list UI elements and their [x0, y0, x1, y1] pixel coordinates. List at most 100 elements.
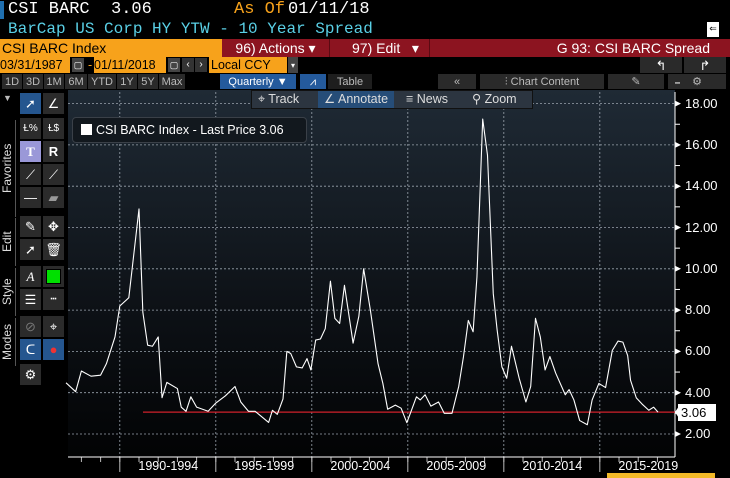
- data-point: [548, 355, 551, 358]
- x-tick-label: 1995-1999: [234, 459, 295, 473]
- data-point: [415, 395, 418, 398]
- data-point: [309, 368, 312, 371]
- legend-swatch: [81, 124, 92, 135]
- chart-legend[interactable]: CSI BARC Index - Last Price 3.06: [72, 117, 307, 143]
- data-point: [314, 339, 317, 342]
- track-label: Track: [268, 92, 300, 106]
- data-point: [419, 398, 422, 401]
- data-point: [369, 309, 372, 312]
- data-point: [529, 385, 532, 388]
- data-point: [617, 340, 620, 343]
- data-point: [586, 423, 589, 426]
- zoom-button[interactable]: ⚲ Zoom: [472, 91, 517, 108]
- data-point: [338, 322, 341, 325]
- y-tick: [675, 431, 681, 437]
- data-point: [437, 400, 440, 403]
- data-point: [524, 400, 527, 403]
- y-tick: [675, 100, 681, 107]
- data-point: [105, 362, 108, 365]
- data-point: [343, 284, 346, 287]
- data-point: [591, 398, 594, 401]
- data-point: [141, 311, 144, 314]
- data-point: [362, 267, 365, 270]
- data-point: [568, 388, 571, 391]
- data-point: [247, 410, 250, 413]
- data-point: [496, 328, 499, 331]
- track-button[interactable]: ⌖ Track: [258, 91, 299, 108]
- y-tick-label: 14.00: [685, 178, 718, 194]
- data-point: [492, 292, 495, 295]
- x-tick-label: 2000-2004: [330, 459, 391, 473]
- data-point: [394, 404, 397, 407]
- data-point: [180, 406, 183, 409]
- news-label: News: [416, 92, 449, 106]
- y-tick: [675, 183, 681, 190]
- annotate-button[interactable]: ∠ Annotate: [318, 91, 395, 108]
- data-point: [114, 335, 117, 338]
- data-point: [544, 368, 547, 371]
- data-point: [118, 304, 121, 307]
- data-point: [138, 207, 141, 210]
- data-point: [301, 366, 304, 369]
- data-point: [657, 411, 660, 414]
- y-tick-label: 16.00: [685, 136, 718, 152]
- status-bar-tab: [607, 473, 715, 478]
- y-tick: [675, 265, 681, 272]
- y-tick-label: 2.00: [685, 426, 711, 441]
- data-point: [74, 390, 77, 393]
- data-point: [629, 379, 632, 382]
- data-point: [611, 349, 614, 352]
- data-point: [467, 319, 470, 322]
- data-point: [377, 362, 380, 365]
- data-point: [641, 403, 644, 406]
- data-point: [189, 395, 192, 398]
- data-point: [357, 315, 360, 318]
- data-point: [534, 317, 537, 320]
- data-point: [450, 412, 453, 415]
- data-point: [267, 421, 270, 424]
- data-point: [80, 370, 83, 373]
- y-tick-label: 12.00: [685, 219, 718, 235]
- y-tick-label: 18.00: [685, 95, 718, 111]
- zoom-label: Zoom: [484, 92, 517, 106]
- data-point: [306, 357, 309, 360]
- data-point: [539, 335, 542, 338]
- data-point: [185, 410, 188, 413]
- data-point: [652, 406, 655, 409]
- data-point: [99, 374, 102, 377]
- data-point: [424, 393, 427, 396]
- data-point: [157, 335, 160, 338]
- chart-mode-toolbar: ⌖ Track ∠ Annotate ≡ News ⚲ Zoom: [251, 90, 533, 109]
- data-point: [271, 409, 274, 412]
- data-point: [554, 372, 557, 375]
- legend-label: CSI BARC Index - Last Price 3.06: [96, 123, 284, 137]
- y-tick: [675, 389, 681, 396]
- data-point: [510, 345, 513, 348]
- last-value-label: 3.06: [678, 404, 716, 421]
- y-tick-label: 6.00: [685, 343, 711, 359]
- data-point: [386, 408, 389, 411]
- data-point: [254, 410, 257, 413]
- y-tick: [675, 224, 681, 231]
- annotate-label: Annotate: [338, 92, 389, 106]
- data-point: [505, 377, 508, 380]
- data-point: [564, 393, 567, 396]
- data-point: [333, 317, 336, 320]
- x-tick-label: 1990-1994: [138, 459, 199, 473]
- news-icon: ≡: [406, 92, 417, 106]
- data-point: [282, 397, 285, 400]
- pen-icon: ∠: [324, 92, 338, 106]
- price-series-line[interactable]: [65, 118, 659, 426]
- data-point: [621, 341, 624, 344]
- data-point: [597, 382, 600, 385]
- data-point: [214, 402, 217, 405]
- data-point: [151, 345, 154, 348]
- data-point: [457, 385, 460, 388]
- data-point: [518, 377, 521, 380]
- data-point: [90, 375, 93, 378]
- data-point: [486, 154, 489, 157]
- x-tick-label: 2005-2009: [426, 459, 487, 473]
- data-point: [324, 327, 327, 330]
- news-button[interactable]: ≡ News: [406, 91, 448, 108]
- data-point: [165, 381, 168, 384]
